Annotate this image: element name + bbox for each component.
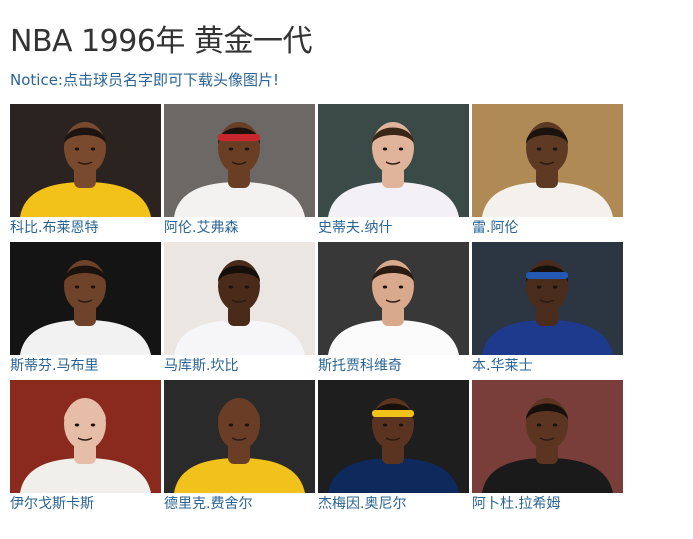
player-row: 科比.布莱恩特 阿伦.艾弗森 史蒂夫.纳什 雷.阿伦	[10, 104, 630, 242]
player-photo	[164, 380, 315, 493]
player-row: 伊尔戈斯卡斯 德里克.费舍尔 杰梅因.奥尼尔 阿卜杜.拉希姆	[10, 380, 630, 518]
download-notice: Notice:点击球员名字即可下载头像图片!	[10, 71, 279, 89]
player-photo	[472, 104, 623, 217]
player-name-link[interactable]: 阿伦.艾弗森	[164, 218, 238, 238]
player-portrait	[10, 104, 161, 217]
player-card: 杰梅因.奥尼尔	[318, 380, 472, 518]
player-portrait	[164, 104, 315, 217]
player-row: 斯蒂芬.马布里 马库斯.坎比 斯托贾科维奇 本.华莱士	[10, 242, 630, 380]
player-name-link[interactable]: 杰梅因.奥尼尔	[318, 494, 406, 514]
player-name-link[interactable]: 本.华莱士	[472, 356, 532, 376]
player-card: 斯蒂芬.马布里	[10, 242, 164, 380]
player-photo	[318, 380, 469, 493]
player-photo	[10, 242, 161, 355]
player-card: 马库斯.坎比	[164, 242, 318, 380]
player-name-link[interactable]: 阿卜杜.拉希姆	[472, 494, 560, 514]
player-portrait	[10, 380, 161, 493]
player-card: 斯托贾科维奇	[318, 242, 472, 380]
player-card: 阿伦.艾弗森	[164, 104, 318, 242]
player-name-link[interactable]: 斯蒂芬.马布里	[10, 356, 98, 376]
player-card: 伊尔戈斯卡斯	[10, 380, 164, 518]
player-portrait	[472, 242, 623, 355]
player-portrait	[318, 242, 469, 355]
player-photo	[164, 104, 315, 217]
player-photo	[10, 380, 161, 493]
player-card: 阿卜杜.拉希姆	[472, 380, 626, 518]
player-card: 德里克.费舍尔	[164, 380, 318, 518]
player-name-link[interactable]: 马库斯.坎比	[164, 356, 238, 376]
player-card: 本.华莱士	[472, 242, 626, 380]
player-portrait	[472, 380, 623, 493]
player-card: 雷.阿伦	[472, 104, 626, 242]
player-name-link[interactable]: 雷.阿伦	[472, 218, 518, 238]
player-card: 科比.布莱恩特	[10, 104, 164, 242]
player-portrait	[472, 104, 623, 217]
player-name-link[interactable]: 史蒂夫.纳什	[318, 218, 392, 238]
player-name-link[interactable]: 伊尔戈斯卡斯	[10, 494, 94, 514]
player-photo	[472, 380, 623, 493]
player-name-link[interactable]: 斯托贾科维奇	[318, 356, 402, 376]
player-photo	[318, 242, 469, 355]
player-portrait	[318, 104, 469, 217]
player-portrait	[164, 380, 315, 493]
player-name-link[interactable]: 德里克.费舍尔	[164, 494, 252, 514]
player-photo	[472, 242, 623, 355]
player-photo	[318, 104, 469, 217]
player-photo	[164, 242, 315, 355]
player-grid: 科比.布莱恩特 阿伦.艾弗森 史蒂夫.纳什 雷.阿伦 斯蒂芬.马布里 马库斯.坎…	[10, 104, 630, 518]
player-portrait	[10, 242, 161, 355]
player-photo	[10, 104, 161, 217]
player-card: 史蒂夫.纳什	[318, 104, 472, 242]
page-title: NBA 1996年 黄金一代	[10, 24, 312, 59]
player-portrait	[164, 242, 315, 355]
player-name-link[interactable]: 科比.布莱恩特	[10, 218, 98, 238]
player-portrait	[318, 380, 469, 493]
